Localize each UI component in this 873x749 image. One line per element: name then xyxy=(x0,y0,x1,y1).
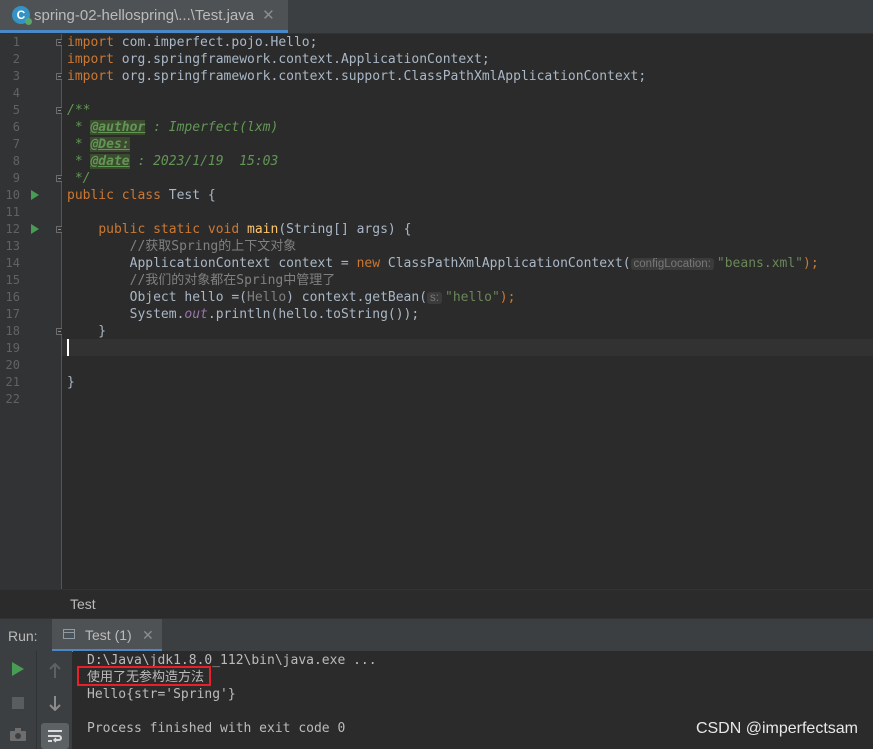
console-line: Process finished with exit code 0 xyxy=(87,721,346,736)
line-number: 20 xyxy=(5,358,20,372)
line-number: 22 xyxy=(5,392,20,406)
line-number: 11 xyxy=(5,205,20,219)
code-line: //我们的对象都在Spring中管理了 xyxy=(67,273,336,288)
stop-icon[interactable] xyxy=(6,691,30,715)
code-line: import org.springframework.context.suppo… xyxy=(67,69,647,84)
line-number: 9 xyxy=(12,171,20,185)
line-number: 18 xyxy=(5,324,20,338)
line-number: 3 xyxy=(12,69,20,83)
line-number: 15 xyxy=(5,273,20,287)
code-line: } xyxy=(67,375,75,390)
text-caret xyxy=(67,339,69,356)
run-tab-test[interactable]: Test (1) ✕ xyxy=(52,619,162,652)
camera-icon[interactable] xyxy=(6,723,30,747)
line-number: 12 xyxy=(5,222,20,236)
code-line: public class Test { xyxy=(67,188,216,203)
line-number: 7 xyxy=(12,137,20,151)
line-number: 19 xyxy=(5,341,20,355)
editor-tab-bar: C spring-02-hellospring\...\Test.java ✕ xyxy=(0,0,873,34)
close-icon[interactable]: ✕ xyxy=(262,6,275,24)
editor-tab-test-java[interactable]: C spring-02-hellospring\...\Test.java ✕ xyxy=(0,0,288,33)
toolbar-divider xyxy=(36,651,37,749)
code-line: * @author : Imperfect(lxm) xyxy=(67,120,279,135)
code-line: /** xyxy=(67,103,91,118)
line-number: 17 xyxy=(5,307,20,321)
code-line: import org.springframework.context.Appli… xyxy=(67,52,490,67)
line-number: 4 xyxy=(12,86,20,100)
run-toolwindow-header: Run: Test (1) ✕ xyxy=(0,618,873,652)
run-toolbar xyxy=(0,651,72,749)
line-number: 6 xyxy=(12,120,20,134)
current-line-highlight xyxy=(62,339,873,356)
code-line: Object hello =(Hello) context.getBean(s:… xyxy=(67,290,516,305)
breadcrumb-item-test[interactable]: Test xyxy=(70,596,96,612)
arrow-up-icon[interactable] xyxy=(43,659,67,683)
line-number: 2 xyxy=(12,52,20,66)
parameter-hint: s: xyxy=(427,292,442,304)
line-number: 8 xyxy=(12,154,20,168)
console-icon xyxy=(63,629,75,639)
run-main-icon[interactable] xyxy=(31,224,39,234)
code-line: import com.imperfect.pojo.Hello; xyxy=(67,35,318,50)
run-tab-label: Test (1) xyxy=(85,627,132,643)
run-label: Run: xyxy=(8,628,38,644)
run-class-icon[interactable] xyxy=(31,190,39,200)
console-line: Hello{str='Spring'} xyxy=(87,687,236,702)
line-number: 1 xyxy=(12,35,20,49)
breadcrumb: Test xyxy=(0,589,873,618)
code-editor[interactable]: import com.imperfect.pojo.Hello; import … xyxy=(62,34,873,589)
line-number: 14 xyxy=(5,256,20,270)
tab-title: spring-02-hellospring\...\Test.java xyxy=(34,6,255,24)
parameter-hint: configLocation: xyxy=(630,258,714,270)
line-number: 21 xyxy=(5,375,20,389)
java-class-icon: C xyxy=(12,6,32,25)
watermark: CSDN @imperfectsam xyxy=(695,720,858,737)
code-line: ApplicationContext context = new ClassPa… xyxy=(67,256,819,271)
highlight-annotation-box xyxy=(77,666,211,686)
code-line: System.out.println(hello.toString()); xyxy=(67,307,420,322)
line-number: 10 xyxy=(5,188,20,202)
code-line: * @date : 2023/1/19 15:03 xyxy=(67,154,279,169)
code-line: * @Des: xyxy=(67,137,130,152)
arrow-down-icon[interactable] xyxy=(43,691,67,715)
rerun-icon[interactable] xyxy=(6,657,30,681)
line-number: 13 xyxy=(5,239,20,253)
code-line: } xyxy=(67,324,107,339)
soft-wrap-icon[interactable] xyxy=(41,723,69,749)
editor-gutter: 1 2 3 4 5 6 7 8 9 10 11 12 13 14 15 16 1… xyxy=(0,34,63,589)
code-line: //获取Spring的上下文对象 xyxy=(67,239,297,254)
line-number: 5 xyxy=(12,103,20,117)
close-icon[interactable]: ✕ xyxy=(142,627,154,644)
line-number: 16 xyxy=(5,290,20,304)
code-line: */ xyxy=(67,171,91,186)
code-line: public static void main(String[] args) { xyxy=(98,222,412,237)
